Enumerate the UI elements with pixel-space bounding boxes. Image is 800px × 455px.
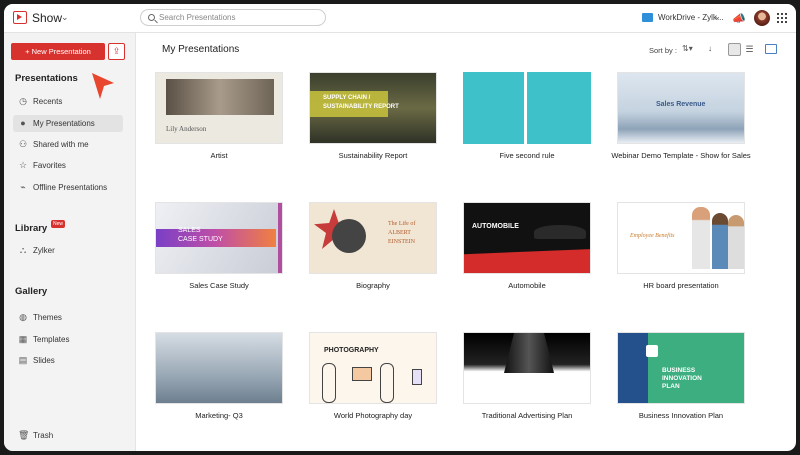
presentation-name: World Photography day	[333, 411, 413, 420]
presentation-name: Business Innovation Plan	[638, 411, 724, 420]
section-gallery: Gallery	[15, 286, 48, 297]
shared-icon: ⚇	[18, 139, 28, 149]
presentation-thumbnail[interactable]: SALES CASE STUDY	[155, 202, 283, 274]
section-library: Library	[15, 223, 48, 234]
sidebar-item-templates[interactable]: ▦ Templates	[13, 331, 123, 348]
presentation-name: Marketing- Q3	[195, 411, 243, 420]
presentation-name: Traditional Advertising Plan	[481, 411, 573, 420]
sidebar-item-offline[interactable]: ⌁ Offline Presentations	[13, 179, 123, 196]
presentation-thumbnail[interactable]: TRADITIONAL ADVERTISING PLAN	[463, 332, 591, 404]
presentation-name: Webinar Demo Template - Show for Sales	[611, 151, 751, 160]
sidebar-item-shared[interactable]: ⚇ Shared with me	[13, 136, 123, 153]
new-presentation-button[interactable]: + New Presentation	[11, 43, 105, 60]
sort-direction-icon[interactable]: ↓	[708, 44, 712, 53]
new-badge: New	[51, 220, 66, 228]
presentation-name: Sales Case Study	[189, 281, 249, 290]
presentation-thumbnail[interactable]: Employee Benefits	[617, 202, 745, 274]
sidebar-item-label: Templates	[33, 335, 70, 344]
sidebar-item-label: Themes	[33, 313, 62, 322]
workdrive-icon	[642, 13, 653, 22]
presentation-thumbnail[interactable]: Sales Revenue	[617, 72, 745, 144]
clock-icon: ◷	[19, 96, 27, 106]
sidebar-item-label: My Presentations	[33, 119, 95, 128]
top-bar: Show ⌄ Search Presentations WorkDrive - …	[4, 4, 796, 33]
grid-view-icon[interactable]	[728, 43, 741, 56]
palette-icon: ◍	[19, 312, 27, 322]
app-window: Show ⌄ Search Presentations WorkDrive - …	[4, 4, 796, 451]
presentation-name: Sustainability Report	[338, 151, 408, 160]
list-view-icon[interactable]: ☰	[743, 43, 756, 56]
presentation-thumbnail[interactable]: Lily Anderson	[155, 72, 283, 144]
app-name[interactable]: Show	[32, 11, 62, 25]
offline-icon: ⌁	[20, 182, 26, 192]
sidebar-item-label: Offline Presentations	[33, 183, 108, 192]
page-title: My Presentations	[162, 44, 240, 55]
search-placeholder: Search Presentations	[159, 13, 236, 22]
sidebar-item-trash[interactable]: 🗑 Trash	[13, 427, 123, 444]
presentation-thumbnail[interactable]: BUSINESS INNOVATION PLAN	[617, 332, 745, 404]
presentation-name: HR board presentation	[643, 281, 719, 290]
show-logo-icon[interactable]	[13, 11, 27, 24]
upload-icon[interactable]: ⇪	[108, 43, 125, 60]
presentation-thumbnail[interactable]	[155, 332, 283, 404]
sidebar-item-slides[interactable]: ▤ Slides	[13, 352, 123, 369]
present-icon[interactable]	[765, 44, 777, 54]
search-icon	[148, 14, 155, 21]
sidebar-item-recents[interactable]: ◷ Recents	[13, 93, 123, 110]
sidebar-item-label: Zylker	[33, 246, 55, 255]
sidebar-item-my-presentations[interactable]: ● My Presentations	[13, 115, 123, 132]
sidebar-item-zylker[interactable]: ⛬ Zylker	[13, 242, 123, 259]
presentation-name: Five second rule	[499, 151, 555, 160]
presentation-thumbnail[interactable]: PHOTOGRAPHY	[309, 332, 437, 404]
section-presentations: Presentations	[15, 73, 78, 84]
slides-icon: ▤	[18, 355, 28, 365]
sidebar-item-label: Recents	[33, 97, 63, 106]
sort-option-icon[interactable]: ⇅▾	[682, 44, 693, 53]
avatar[interactable]	[754, 10, 770, 26]
sidebar-item-label: Slides	[33, 356, 55, 365]
trash-icon: 🗑	[18, 430, 30, 440]
presentation-name: Automobile	[508, 281, 546, 290]
apps-grid-icon[interactable]	[777, 13, 787, 23]
sidebar-item-label: Favorites	[33, 161, 66, 170]
sidebar-item-themes[interactable]: ◍ Themes	[13, 309, 123, 326]
sidebar: + New Presentation ⇪ Presentations ◷ Rec…	[4, 33, 136, 451]
presentation-thumbnail[interactable]: AUTOMOBILE	[463, 202, 591, 274]
chevron-down-icon[interactable]: ⌄	[61, 12, 69, 23]
announcement-icon[interactable]: 📣	[732, 12, 746, 25]
sidebar-item-label: Trash	[33, 431, 54, 440]
search-input[interactable]: Search Presentations	[140, 9, 326, 26]
sort-by-label: Sort by :	[649, 46, 677, 55]
chevron-down-icon[interactable]: ⌄	[714, 12, 721, 21]
library-icon: ⛬	[19, 245, 27, 255]
star-icon: ☆	[18, 160, 28, 170]
sidebar-item-favorites[interactable]: ☆ Favorites	[13, 157, 123, 174]
presentation-thumbnail[interactable]: SUPPLY CHAIN / SUSTAINABILITY REPORT	[309, 72, 437, 144]
templates-icon: ▦	[18, 334, 28, 344]
presentation-thumbnail[interactable]	[463, 72, 591, 144]
user-icon: ●	[20, 118, 26, 128]
sidebar-item-label: Shared with me	[33, 140, 89, 149]
presentation-name: Biography	[356, 281, 390, 290]
presentation-thumbnail[interactable]: The Life of ALBERT EINSTEIN	[309, 202, 437, 274]
presentation-name: Artist	[210, 151, 228, 160]
